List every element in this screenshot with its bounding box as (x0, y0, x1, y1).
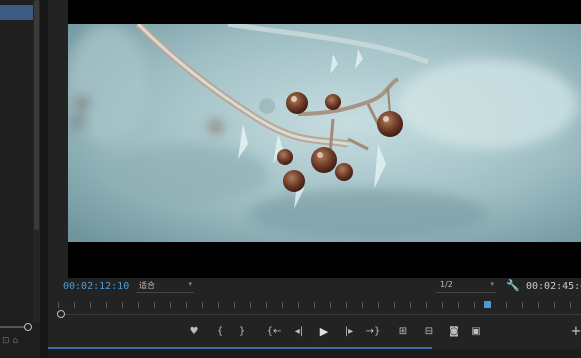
step-forward-button[interactable]: |▸ (340, 324, 358, 340)
add-button[interactable]: + (567, 324, 581, 340)
chevron-down-icon: ▾ (490, 280, 494, 288)
play-button[interactable]: ▶ (315, 324, 333, 340)
zoom-scroll-handle[interactable] (57, 310, 65, 318)
chevron-down-icon: ▾ (188, 280, 192, 288)
wrench-icon[interactable]: 🔧 (506, 279, 520, 292)
zoom-slider-handle[interactable] (24, 323, 32, 331)
monitor-info-bar: 00:02:12:10 适合 ▾ 1/2 ▾ 🔧 00:02:45:02 (48, 278, 581, 296)
source-monitor: 00:02:12:10 适合 ▾ 1/2 ▾ 🔧 00:02:45:02 ♥ {… (48, 0, 581, 358)
zoom-fit-value: 适合 (139, 281, 155, 290)
project-scrollbar-thumb[interactable] (34, 0, 39, 230)
go-to-out-button[interactable]: →} (364, 324, 382, 340)
frozen-berries-image (68, 24, 581, 242)
mark-in-button[interactable]: { (211, 324, 229, 340)
selected-item[interactable] (0, 5, 33, 20)
ruler-ticks (58, 302, 581, 308)
bottom-strip (48, 349, 581, 358)
zoom-scroll-bar[interactable] (61, 314, 581, 315)
mark-out-button[interactable]: } (233, 324, 251, 340)
playhead[interactable] (483, 301, 491, 308)
video-frame (68, 24, 581, 242)
step-back-button[interactable]: ◂| (290, 324, 308, 340)
button-editor-button[interactable]: ▣ (467, 324, 485, 340)
playback-resolution-value: 1/2 (440, 280, 453, 289)
duration-timecode: 00:02:45:02 (526, 281, 581, 292)
playback-resolution-select[interactable]: 1/2 ▾ (436, 280, 496, 293)
zoom-fit-select[interactable]: 适合 ▾ (136, 280, 194, 293)
go-to-in-button[interactable]: {← (265, 324, 283, 340)
insert-button[interactable]: ⊞ (394, 324, 412, 340)
export-frame-button[interactable]: ◙ (445, 324, 463, 340)
overwrite-button[interactable]: ⊟ (420, 324, 438, 340)
video-viewer[interactable] (68, 0, 581, 278)
panel-divider[interactable] (40, 0, 48, 358)
panel-footer-icons: ⊡ ⌂ (2, 336, 19, 346)
transport-controls: ♥ { } {← ◂| ▶ |▸ →} ⊞ ⊟ ◙ ▣ + (48, 322, 581, 342)
time-ruler[interactable] (58, 298, 581, 308)
add-marker-button[interactable]: ♥ (185, 324, 203, 340)
project-panel: ⊡ ⌂ (0, 0, 41, 358)
current-timecode[interactable]: 00:02:12:10 (63, 281, 129, 292)
